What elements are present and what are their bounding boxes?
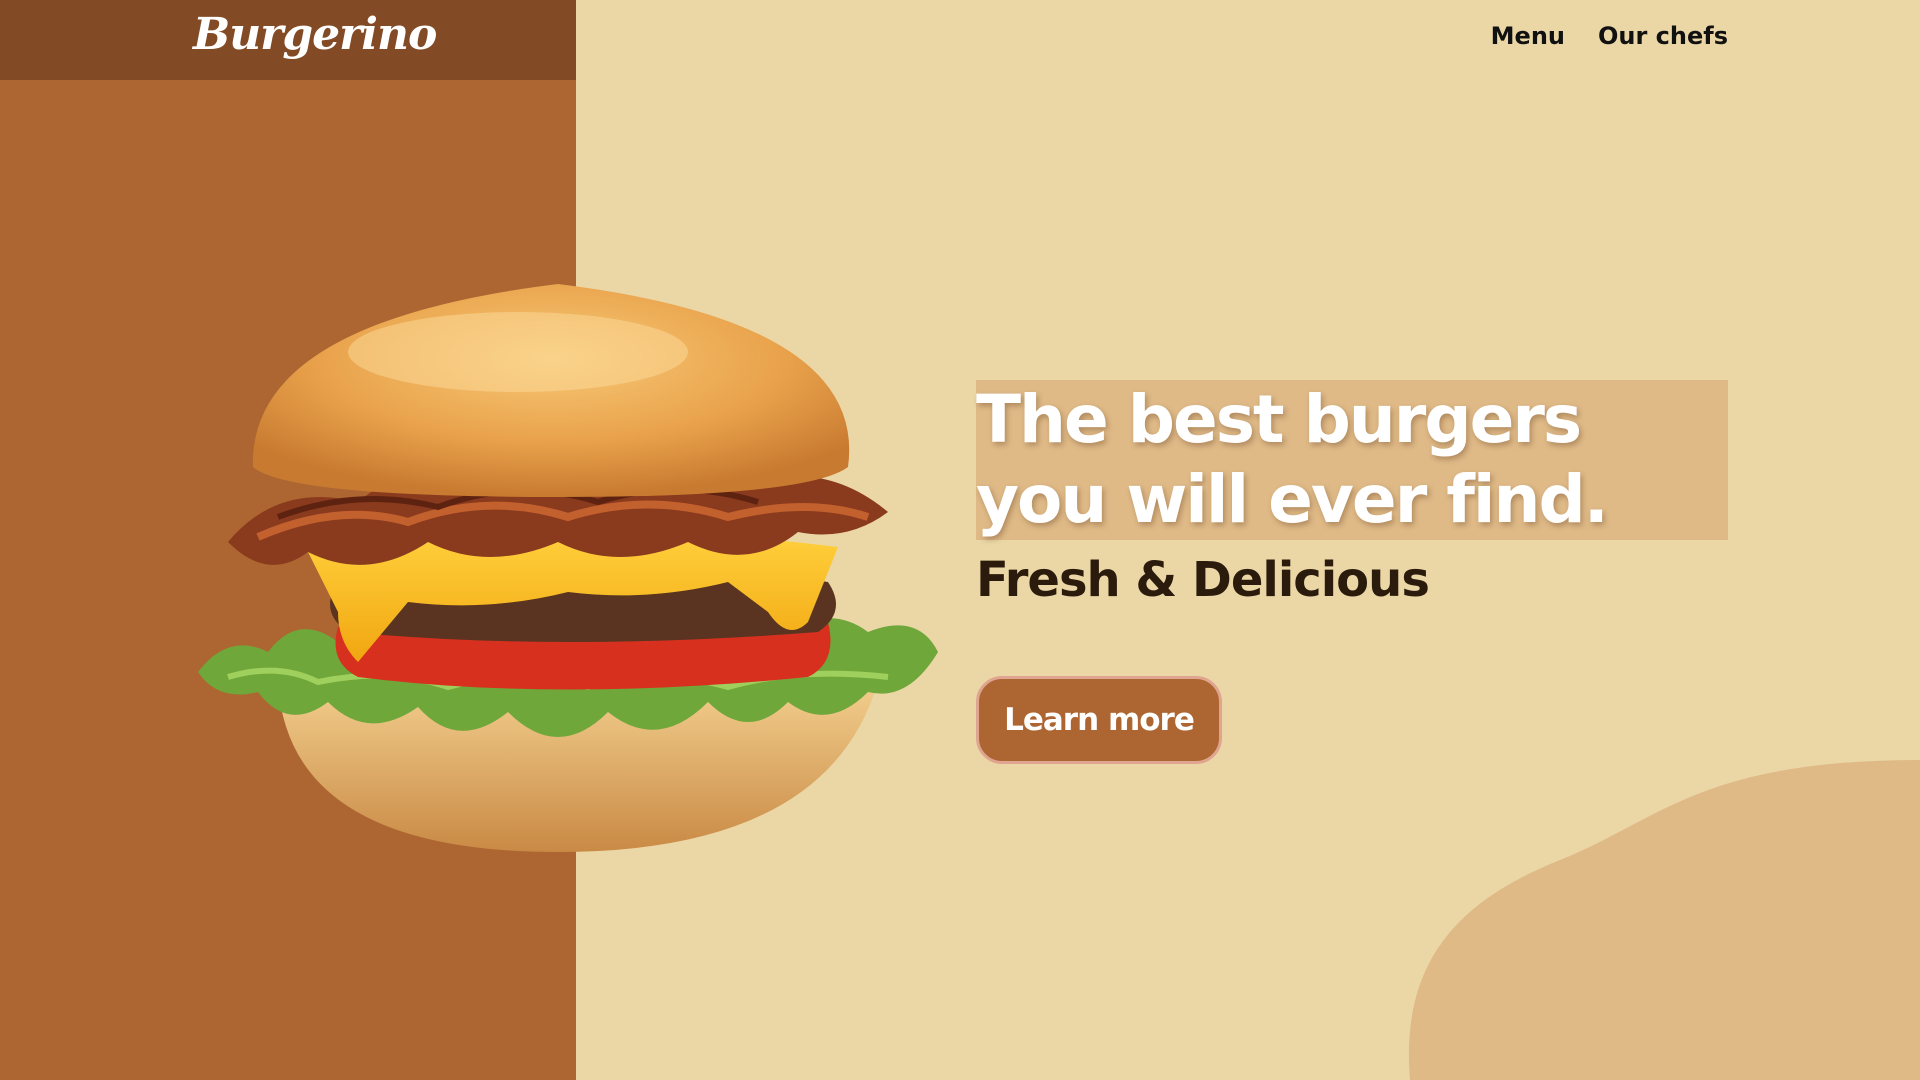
- top-nav: Menu Our chefs: [1491, 22, 1728, 51]
- hero-section: The best burgers you will ever find. Fre…: [976, 380, 1728, 610]
- hero-headline: The best burgers you will ever find.: [976, 380, 1728, 540]
- learn-more-button[interactable]: Learn more: [976, 676, 1222, 764]
- header-brand-bar: Burgerino: [0, 0, 576, 80]
- nav-link-our-chefs[interactable]: Our chefs: [1598, 22, 1728, 51]
- logo[interactable]: Burgerino: [193, 9, 437, 62]
- landing-page: Burgerino Menu Our chefs The best burger…: [0, 0, 1920, 1080]
- hero-subheadline: Fresh & Delicious: [976, 552, 1430, 608]
- decorative-blob: [1408, 760, 1920, 1080]
- nav-link-menu[interactable]: Menu: [1491, 22, 1565, 51]
- bacon-cheeseburger-image: [198, 284, 938, 852]
